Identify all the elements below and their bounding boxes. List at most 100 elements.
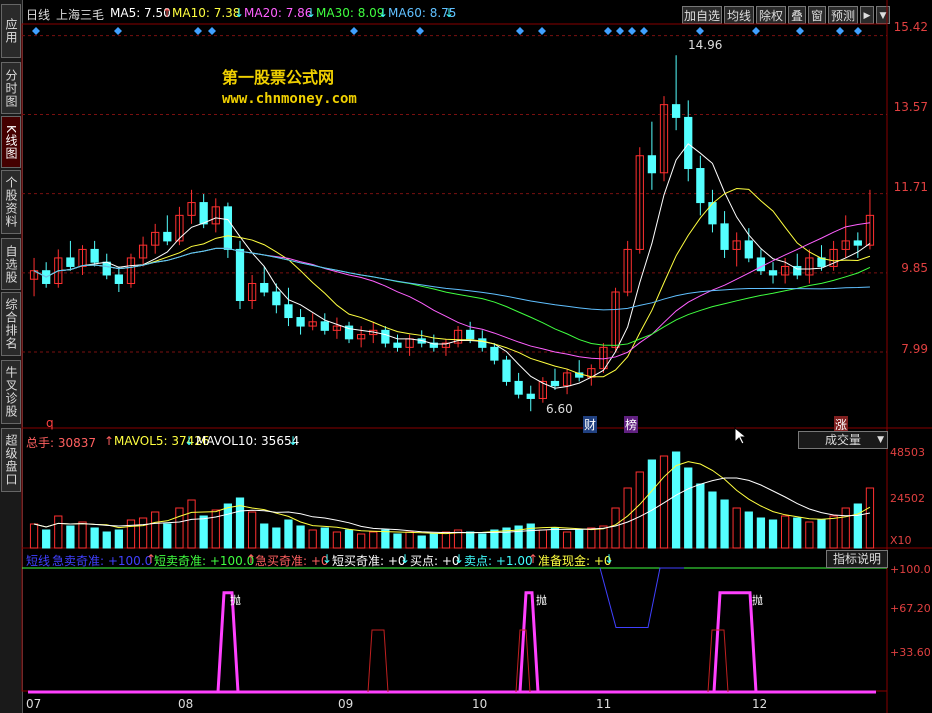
volume-bar xyxy=(138,517,148,549)
indicator-tick: +33.60 xyxy=(890,646,931,659)
volume-bar xyxy=(732,507,741,549)
diamond-marker-icon xyxy=(854,27,862,35)
diamond-marker-icon xyxy=(516,27,524,35)
volume-bar xyxy=(720,499,729,549)
volume-tick: 24502 xyxy=(890,492,925,505)
volume-bar xyxy=(635,471,644,549)
candle-body xyxy=(284,304,293,319)
candle-body xyxy=(466,329,475,340)
arrow-down-icon: ↓ xyxy=(288,434,299,448)
volume-bar xyxy=(466,531,475,549)
arrow-down-icon: ↓ xyxy=(454,552,465,566)
volume-bar xyxy=(708,491,717,549)
indicator-buy-short: 短买奇准: +0 xyxy=(332,554,406,568)
event-marker-billboard[interactable]: 榜 xyxy=(624,416,639,433)
date-tick: 12 xyxy=(752,697,768,711)
signal-label: 抛 xyxy=(536,594,547,607)
candle-body xyxy=(526,393,535,399)
volume-bar xyxy=(611,507,620,549)
volume-bar xyxy=(344,529,354,549)
volume-bar xyxy=(684,467,693,549)
volume-bar xyxy=(853,503,862,549)
volume-bar xyxy=(260,523,269,549)
volume-bar xyxy=(54,515,63,549)
volume-bar xyxy=(671,451,681,549)
volume-bar xyxy=(865,487,875,549)
volume-bar xyxy=(659,455,669,549)
volume-bar xyxy=(175,507,184,549)
diamond-marker-icon xyxy=(796,27,804,35)
volume-bar xyxy=(66,525,75,549)
volume-bar xyxy=(284,519,293,549)
signal-pulse xyxy=(712,591,758,693)
mavol10-line xyxy=(33,477,871,534)
mouse-cursor-icon xyxy=(734,426,748,445)
candle-body xyxy=(90,248,99,263)
chevron-down-icon: ▼ xyxy=(877,435,884,445)
kline-chart[interactable] xyxy=(0,0,932,713)
volume-unit: X10 xyxy=(890,534,912,547)
candle-body xyxy=(853,240,862,246)
volume-bar xyxy=(114,529,123,549)
indicator-sell-point: 卖点: +1.00 xyxy=(464,554,533,568)
volume-bar xyxy=(151,511,160,549)
ma60-line xyxy=(33,247,870,311)
high-price-label: 14.96 xyxy=(688,38,723,52)
diamond-marker-icon xyxy=(416,27,424,35)
signal-hump xyxy=(367,629,389,693)
mavol10-readout: MAVOL10: 35654 xyxy=(196,434,300,448)
diamond-marker-icon xyxy=(350,27,358,35)
ma30-line xyxy=(33,247,871,346)
candle-body xyxy=(671,104,681,118)
candle-body xyxy=(684,116,693,170)
indicator-tick: +67.20 xyxy=(890,602,931,615)
candle-body xyxy=(478,338,487,348)
volume-bar xyxy=(29,523,39,549)
volume-bar xyxy=(247,511,257,549)
candle-body xyxy=(514,380,523,395)
volume-bar xyxy=(357,533,366,549)
candle-body xyxy=(502,359,511,382)
volume-bar xyxy=(562,531,572,549)
candle-body xyxy=(381,329,390,344)
ma20-line xyxy=(33,222,871,360)
volume-bar xyxy=(793,517,802,549)
indicator-selector-dropdown[interactable]: 成交量 ▼ xyxy=(798,431,888,449)
diamond-marker-icon xyxy=(194,27,202,35)
volume-bar xyxy=(187,499,196,549)
candle-body xyxy=(66,257,75,267)
indicator-cash: 准备现金: +0 xyxy=(538,554,612,568)
candle-body xyxy=(647,155,657,174)
signal-label: 抛 xyxy=(230,594,241,607)
volume-bar xyxy=(550,527,560,549)
volume-bar xyxy=(587,527,596,549)
volume-bar xyxy=(320,527,329,549)
candle-body xyxy=(260,282,269,293)
indicator-name: 短线 xyxy=(26,554,51,568)
indicator-buy-urgent: 急买奇准: +0 xyxy=(255,554,329,568)
volume-bar xyxy=(332,531,342,549)
indicator-help-button[interactable]: 指标说明 xyxy=(826,550,888,568)
volume-bar xyxy=(768,519,778,549)
date-tick: 10 xyxy=(472,697,488,711)
event-marker-q[interactable]: q xyxy=(46,416,54,430)
volume-bar xyxy=(805,521,814,549)
volume-bar xyxy=(526,523,535,549)
volume-total: 总手: 30837 xyxy=(26,436,97,450)
diamond-marker-icon xyxy=(752,27,760,35)
volume-bar xyxy=(744,511,753,549)
price-tick: 9.85 xyxy=(901,261,928,275)
volume-bar xyxy=(781,515,790,549)
candle-body xyxy=(490,346,499,361)
candle-body xyxy=(235,248,245,302)
diamond-marker-icon xyxy=(604,27,612,35)
volume-bar xyxy=(163,523,172,549)
selector-label: 成交量 xyxy=(825,433,862,447)
volume-bar xyxy=(308,529,317,549)
indicator-sell-urgent: 急卖奇准: +100.0 xyxy=(52,554,153,568)
volume-bar xyxy=(756,517,766,549)
price-tick: 15.42 xyxy=(893,20,928,34)
candle-body xyxy=(720,223,729,250)
event-marker-finance[interactable]: 财 xyxy=(583,416,598,433)
indicator-sell-urgent-line xyxy=(599,567,684,629)
